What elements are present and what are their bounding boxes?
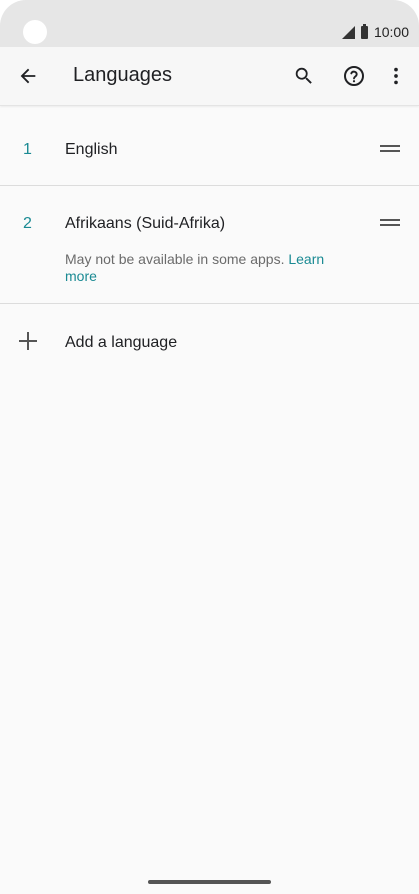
back-arrow-icon — [20, 68, 36, 84]
add-language-button[interactable]: Add a language — [0, 304, 419, 380]
drag-handle-icon — [380, 145, 400, 152]
drag-handle[interactable] — [372, 139, 408, 159]
language-name: Afrikaans (Suid-Afrika) — [65, 215, 226, 232]
plus-icon — [19, 332, 37, 350]
search-button[interactable] — [288, 60, 320, 92]
page-title: Languages — [73, 64, 172, 86]
availability-note: May not be available in some apps. Learn… — [65, 251, 350, 285]
home-indicator[interactable] — [148, 880, 271, 884]
language-name: English — [65, 141, 118, 158]
drag-handle[interactable] — [372, 213, 408, 233]
add-language-label: Add a language — [65, 334, 178, 351]
status-time: 10:00 — [373, 24, 409, 40]
status-bar: 10:00 — [0, 0, 419, 47]
language-item-afrikaans[interactable]: 2 Afrikaans (Suid-Afrika) May not be ava… — [0, 186, 419, 304]
language-number: 1 — [23, 141, 32, 158]
app-bar: Languages — [0, 47, 419, 106]
camera-cutout — [23, 20, 47, 44]
status-icons: 10:00 — [341, 23, 409, 41]
language-item-english[interactable]: 1 English — [0, 105, 419, 186]
availability-text: May not be available in some apps. — [65, 251, 285, 267]
drag-handle-icon — [380, 219, 400, 226]
battery-icon — [360, 23, 368, 39]
signal-icon — [341, 25, 355, 39]
help-icon — [344, 66, 364, 86]
more-options-button[interactable] — [380, 60, 412, 92]
more-vert-icon — [394, 67, 398, 85]
search-icon — [295, 67, 312, 84]
back-button[interactable] — [12, 60, 44, 92]
language-number: 2 — [23, 215, 32, 232]
phone-screen: 10:00 Languages 1 English 2 Afrikaans (S… — [0, 0, 419, 894]
help-button[interactable] — [338, 60, 370, 92]
